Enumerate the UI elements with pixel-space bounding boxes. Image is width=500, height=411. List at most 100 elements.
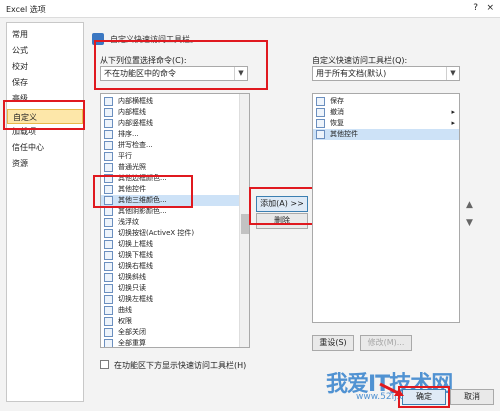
curve-icon	[104, 306, 113, 315]
nav-item-trust-center[interactable]: 信任中心	[7, 140, 83, 155]
lighting-icon	[104, 163, 113, 172]
commands-scrollbar[interactable]	[239, 94, 249, 347]
other-controls-icon	[316, 130, 325, 139]
qat-list[interactable]: 保存 撤消 ▸ 恢复 ▸ 其他控件	[312, 93, 460, 323]
move-down-icon[interactable]: ▼	[466, 218, 473, 228]
command-item[interactable]: 排序...	[101, 129, 240, 140]
redo-icon	[316, 119, 325, 128]
nav-item-save[interactable]: 保存	[7, 75, 83, 90]
parallel-icon	[104, 152, 113, 161]
command-item[interactable]: 普通光照	[101, 162, 240, 173]
spelling-icon	[104, 141, 113, 150]
qat-scope-value: 用于所有文档(默认)	[316, 69, 387, 78]
border-bottom-icon	[104, 251, 113, 260]
show-below-ribbon-checkbox[interactable]	[100, 360, 109, 369]
command-item-label: 内部框线	[118, 108, 146, 116]
nav-item-resources[interactable]: 资源	[7, 156, 83, 171]
command-item[interactable]: 切换只读	[101, 283, 240, 294]
command-item-label: 内部横框线	[118, 97, 153, 105]
command-item-label: 权限	[118, 317, 132, 325]
command-item[interactable]: 切换下框线	[101, 250, 240, 261]
qat-item[interactable]: 恢复 ▸	[313, 118, 459, 129]
shallow-emboss-icon	[104, 218, 113, 227]
command-item-label: 平行	[118, 152, 132, 160]
highlight-box-add	[249, 187, 315, 225]
qat-item[interactable]: 其他控件	[313, 129, 459, 140]
scrollbar-thumb[interactable]	[241, 214, 249, 234]
command-item[interactable]: 曲线	[101, 305, 240, 316]
qat-item-label: 保存	[330, 97, 344, 105]
border-right-icon	[104, 262, 113, 271]
border-inside-icon	[104, 108, 113, 117]
qat-item-label: 其他控件	[330, 130, 358, 138]
command-item-label: 拼写检查...	[118, 141, 153, 149]
command-item[interactable]: 拼写检查...	[101, 140, 240, 151]
command-item[interactable]: 权限	[101, 316, 240, 327]
qat-item[interactable]: 保存	[313, 96, 459, 107]
window-title: Excel 选项	[6, 5, 46, 14]
commands-list[interactable]: 内部横框线 内部框线 内部竖框线 排序... 拼写检查... 平行 普通光照 其他边框颜色..…	[100, 93, 250, 348]
command-item-label: 排序...	[118, 130, 139, 138]
close-icon[interactable]: ×	[486, 3, 494, 13]
command-item[interactable]: 切换上框线	[101, 239, 240, 250]
command-item-label: 切换只读	[118, 284, 146, 292]
qat-item-label: 恢复	[330, 119, 344, 127]
highlight-box-chooser	[94, 40, 268, 90]
save-icon	[316, 97, 325, 106]
command-item-label: 普通光照	[118, 163, 146, 171]
qat-scope-dropdown[interactable]: 用于所有文档(默认) ▼	[312, 66, 460, 81]
modify-button[interactable]: 修改(M)...	[360, 335, 412, 351]
cancel-button[interactable]: 取消	[450, 389, 494, 405]
command-item[interactable]: 全部关闭	[101, 327, 240, 338]
command-item[interactable]: 内部框线	[101, 107, 240, 118]
move-up-icon[interactable]: ▲	[466, 200, 473, 210]
command-item-label: 曲线	[118, 306, 132, 314]
border-inside-vertical-icon	[104, 119, 113, 128]
shadow-color-icon	[104, 207, 113, 216]
command-item[interactable]: 切换斜线	[101, 272, 240, 283]
qat-item[interactable]: 撤消 ▸	[313, 107, 459, 118]
nav-item-formulas[interactable]: 公式	[7, 43, 83, 58]
border-left-icon	[104, 295, 113, 304]
command-item-label: 切换斜线	[118, 273, 146, 281]
command-item-label: 切换按钮(ActiveX 控件)	[118, 229, 195, 237]
command-item[interactable]: 内部横框线	[101, 96, 240, 107]
border-diagonal-icon	[104, 273, 113, 282]
arrow-pointer-icon	[379, 382, 404, 396]
submenu-arrow-icon: ▸	[451, 119, 455, 127]
command-item[interactable]: 内部竖框线	[101, 118, 240, 129]
sort-icon	[104, 130, 113, 139]
qat-item-label: 撤消	[330, 108, 344, 116]
readonly-icon	[104, 284, 113, 293]
command-item-label: 全部重算	[118, 339, 146, 347]
command-item[interactable]: 全部重算	[101, 338, 240, 347]
command-item-label: 切换下框线	[118, 251, 153, 259]
command-item-label: 切换右框线	[118, 262, 153, 270]
command-item[interactable]: 切换按钮(ActiveX 控件)	[101, 228, 240, 239]
undo-icon	[316, 108, 325, 117]
command-item-label: 切换上框线	[118, 240, 153, 248]
recalculate-icon	[104, 339, 113, 347]
options-nav: 常用 公式 校对 保存 高级 自定义 加载项 信任中心 资源	[6, 22, 84, 402]
border-inside-horizontal-icon	[104, 97, 113, 106]
highlight-box-nav	[3, 100, 85, 130]
chevron-down-icon[interactable]: ▼	[446, 67, 459, 80]
qat-label: 自定义快速访问工具栏(Q):	[312, 56, 408, 65]
highlight-box-command	[93, 175, 193, 208]
nav-item-common[interactable]: 常用	[7, 27, 83, 42]
show-below-ribbon-label: 在功能区下方显示快速访问工具栏(H)	[114, 361, 247, 370]
help-icon[interactable]: ?	[473, 3, 478, 13]
toggle-button-icon	[104, 229, 113, 238]
command-item-label: 切换左框线	[118, 295, 153, 303]
command-item[interactable]: 切换左框线	[101, 294, 240, 305]
permission-icon	[104, 317, 113, 326]
command-item-label: 内部竖框线	[118, 119, 153, 127]
close-all-icon	[104, 328, 113, 337]
reset-button[interactable]: 重设(S)	[312, 335, 354, 351]
command-item[interactable]: 切换右框线	[101, 261, 240, 272]
command-item-label: 浅浮纹	[118, 218, 139, 226]
nav-item-proofing[interactable]: 校对	[7, 59, 83, 74]
title-bar: Excel 选项 ? ×	[0, 0, 500, 18]
command-item[interactable]: 平行	[101, 151, 240, 162]
command-item[interactable]: 浅浮纹	[101, 217, 240, 228]
